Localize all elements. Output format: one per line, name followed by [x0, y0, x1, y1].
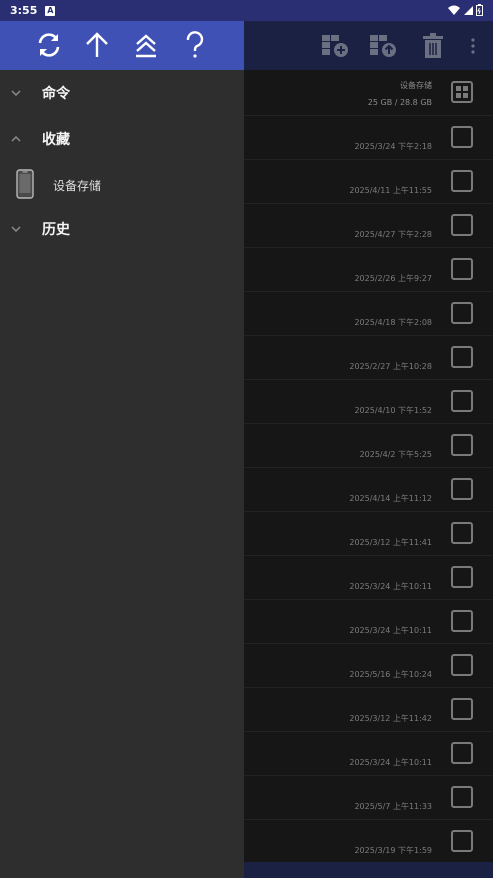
section-label: 命令 — [42, 86, 70, 102]
file-date: 2025/3/24 上午10:11 — [349, 582, 432, 591]
section-label: 历史 — [42, 222, 70, 238]
help-icon[interactable] — [180, 30, 210, 60]
bottom-bar — [244, 862, 493, 878]
navigation-drawer: 命令 收藏 设备存储 历史 — [0, 21, 244, 878]
upload-folder-icon[interactable] — [370, 33, 396, 59]
drawer-toolbar — [0, 21, 244, 70]
status-bar: 3:55 A — [0, 0, 493, 21]
checkbox[interactable] — [451, 742, 473, 764]
table-row[interactable]: 2025/5/7 上午11:33 — [244, 776, 493, 820]
checkbox[interactable] — [451, 478, 473, 500]
status-indicator: A — [45, 5, 56, 16]
checkbox[interactable] — [451, 170, 473, 192]
signal-icon — [464, 5, 473, 15]
table-row[interactable]: 2025/3/24 下午2:18 — [244, 116, 493, 160]
chevron-down-icon — [11, 226, 21, 232]
storage-size: 25 GB / 28.8 GB — [367, 98, 432, 107]
refresh-icon[interactable] — [34, 30, 64, 60]
table-row[interactable]: 2025/4/14 上午11:12 — [244, 468, 493, 512]
section-commands[interactable]: 命令 — [0, 73, 244, 113]
file-date: 2025/5/16 上午10:24 — [349, 670, 432, 679]
file-date: 2025/3/24 上午10:11 — [349, 758, 432, 767]
section-history[interactable]: 历史 — [0, 209, 244, 249]
chevron-up-icon — [11, 136, 21, 142]
file-date: 2025/3/24 上午10:11 — [349, 626, 432, 635]
file-date: 2025/5/7 上午11:33 — [354, 802, 432, 811]
battery-icon — [476, 4, 483, 16]
file-date: 2025/3/19 下午1:59 — [354, 846, 432, 855]
checkbox[interactable] — [451, 434, 473, 456]
checkbox[interactable] — [451, 698, 473, 720]
checkbox[interactable] — [451, 214, 473, 236]
file-date: 2025/4/27 下午2:28 — [354, 230, 432, 239]
table-row[interactable]: 2025/3/24 上午10:11 — [244, 600, 493, 644]
phone-icon — [16, 169, 34, 199]
table-row[interactable]: 2025/4/2 下午5:25 — [244, 424, 493, 468]
file-date: 2025/3/24 下午2:18 — [354, 142, 432, 151]
checkbox[interactable] — [451, 830, 473, 852]
wifi-icon — [448, 5, 460, 15]
storage-header[interactable]: 设备存储 25 GB / 28.8 GB — [244, 70, 493, 116]
add-folder-icon[interactable] — [322, 33, 348, 59]
file-date: 2025/2/26 上午9:27 — [354, 274, 432, 283]
storage-title: 设备存储 — [400, 81, 432, 90]
table-row[interactable]: 2025/3/19 下午1:59 — [244, 820, 493, 864]
table-row[interactable]: 2025/2/26 上午9:27 — [244, 248, 493, 292]
table-row[interactable]: 2025/4/11 上午11:55 — [244, 160, 493, 204]
app-toolbar — [244, 21, 493, 70]
checkbox[interactable] — [451, 302, 473, 324]
file-list: 设备存储 25 GB / 28.8 GB 2025/3/24 下午2:18 202… — [244, 70, 493, 864]
file-date: 2025/3/12 上午11:42 — [349, 714, 432, 723]
checkbox[interactable] — [451, 522, 473, 544]
collapse-all-icon[interactable] — [131, 30, 161, 60]
section-favorites[interactable]: 收藏 — [0, 119, 244, 159]
checkbox[interactable] — [451, 786, 473, 808]
checkbox[interactable] — [451, 126, 473, 148]
status-time: 3:55 — [10, 4, 38, 17]
file-date: 2025/4/10 下午1:52 — [354, 406, 432, 415]
checkbox[interactable] — [451, 566, 473, 588]
table-row[interactable]: 2025/3/12 上午11:42 — [244, 688, 493, 732]
file-date: 2025/4/11 上午11:55 — [349, 186, 432, 195]
table-row[interactable]: 2025/3/12 上午11:41 — [244, 512, 493, 556]
arrow-up-icon[interactable] — [82, 30, 112, 60]
file-date: 2025/2/27 上午10:28 — [349, 362, 432, 371]
status-icons — [448, 4, 483, 16]
checkbox[interactable] — [451, 654, 473, 676]
table-row[interactable]: 2025/2/27 上午10:28 — [244, 336, 493, 380]
table-row[interactable]: 2025/3/24 上午10:11 — [244, 732, 493, 776]
section-label: 收藏 — [42, 132, 70, 148]
file-date: 2025/4/2 下午5:25 — [359, 450, 432, 459]
file-date: 2025/3/12 上午11:41 — [349, 538, 432, 547]
file-date: 2025/4/18 下午2:08 — [354, 318, 432, 327]
checkbox[interactable] — [451, 258, 473, 280]
delete-icon[interactable] — [422, 33, 448, 59]
chevron-down-icon — [11, 90, 21, 96]
table-row[interactable]: 2025/4/10 下午1:52 — [244, 380, 493, 424]
grid-view-icon[interactable] — [451, 81, 473, 103]
checkbox[interactable] — [451, 346, 473, 368]
checkbox[interactable] — [451, 390, 473, 412]
table-row[interactable]: 2025/5/16 上午10:24 — [244, 644, 493, 688]
table-row[interactable]: 2025/4/27 下午2:28 — [244, 204, 493, 248]
file-rows: 2025/3/24 下午2:18 2025/4/11 上午11:55 2025/4/… — [244, 116, 493, 864]
file-date: 2025/4/14 上午11:12 — [349, 494, 432, 503]
table-row[interactable]: 2025/3/24 上午10:11 — [244, 556, 493, 600]
table-row[interactable]: 2025/4/18 下午2:08 — [244, 292, 493, 336]
checkbox[interactable] — [451, 610, 473, 632]
more-icon[interactable] — [470, 33, 478, 59]
favorite-item-device-storage[interactable]: 设备存储 — [0, 167, 244, 203]
favorite-label: 设备存储 — [53, 179, 102, 193]
